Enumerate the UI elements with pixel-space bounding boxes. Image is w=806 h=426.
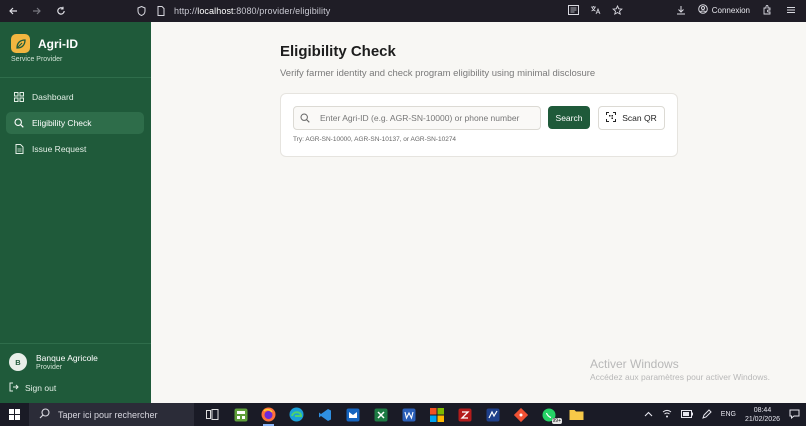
leaf-logo-icon: [11, 34, 30, 53]
grid-icon: [14, 92, 24, 102]
activation-watermark-title: Activer Windows: [590, 357, 679, 371]
notifications-icon[interactable]: [789, 409, 800, 421]
user-name: Banque Agricole: [36, 353, 98, 363]
sidebar-item-label: Dashboard: [32, 92, 74, 102]
edge-app-icon[interactable]: [288, 406, 305, 423]
page-subtitle: Verify farmer identity and check program…: [280, 68, 596, 79]
user-profile: B Banque Agricole Provider: [9, 353, 98, 371]
avatar: B: [9, 353, 27, 371]
sidebar-item-label: Eligibility Check: [32, 118, 92, 128]
system-tray: ENG 08:44 21/02/2026: [644, 403, 800, 426]
clock-time: 08:44: [753, 406, 772, 414]
taskbar: Taper ici pour rechercher 99+ ENG 08:44 …: [0, 403, 806, 426]
language-indicator[interactable]: ENG: [721, 411, 736, 418]
document-icon: [14, 144, 24, 154]
search-icon: [300, 113, 310, 123]
sidebar-bottom-divider: [0, 343, 151, 344]
account-button[interactable]: Connexion: [697, 4, 750, 16]
url-text[interactable]: http://localhost:8080/provider/eligibili…: [174, 6, 330, 16]
search-input[interactable]: [318, 112, 540, 124]
sign-out-icon: [9, 382, 19, 394]
app-blue-icon[interactable]: [484, 406, 501, 423]
scan-qr-button[interactable]: Scan QR: [598, 106, 665, 130]
taskbar-search[interactable]: Taper ici pour rechercher: [29, 403, 194, 426]
forward-arrow-icon[interactable]: [30, 4, 44, 18]
user-role: Provider: [36, 364, 63, 371]
word-app-icon[interactable]: [400, 406, 417, 423]
git-app-icon[interactable]: [512, 406, 529, 423]
windows-start-icon[interactable]: [3, 403, 25, 426]
clock-date: 21/02/2026: [744, 415, 780, 423]
browser-toolbar: http://localhost:8080/provider/eligibili…: [0, 0, 806, 22]
activation-watermark-text: Accédez aux paramètres pour activer Wind…: [590, 372, 770, 382]
office-apps-icon[interactable]: [428, 406, 445, 423]
filezilla-app-icon[interactable]: [456, 406, 473, 423]
extensions-icon[interactable]: [760, 3, 774, 17]
back-arrow-icon[interactable]: [6, 4, 20, 18]
account-label: Connexion: [711, 5, 750, 15]
sidebar-item-issue-request[interactable]: Issue Request: [6, 138, 144, 160]
taskbar-apps: 99+: [204, 406, 585, 426]
translate-icon[interactable]: [588, 3, 602, 17]
wifi-icon[interactable]: [662, 409, 672, 420]
search-card: Search Scan QR Try: AGR-SN-10000, AGR-SN…: [280, 93, 678, 157]
firefox-app-icon[interactable]: [260, 406, 277, 426]
clock[interactable]: 08:44 21/02/2026: [745, 406, 780, 424]
page-icon: [154, 4, 168, 18]
account-icon: [697, 4, 708, 16]
sidebar-item-eligibility-check[interactable]: Eligibility Check: [6, 112, 144, 134]
search-hint: Try: AGR-SN-10000, AGR-SN-10137, or AGR-…: [293, 136, 457, 143]
battery-icon[interactable]: [680, 409, 693, 420]
calculator-app-icon[interactable]: [232, 406, 249, 423]
sidebar-nav: Dashboard Eligibility Check Issue Reques…: [6, 86, 144, 164]
search-field[interactable]: [293, 106, 541, 130]
task-view-icon[interactable]: [204, 406, 221, 423]
sign-out-label: Sign out: [25, 383, 57, 393]
whatsapp-app-icon[interactable]: 99+: [540, 406, 562, 424]
sidebar: Agri-ID Service Provider Dashboard Eligi…: [0, 22, 151, 403]
download-icon[interactable]: [674, 3, 688, 17]
file-explorer-app-icon[interactable]: [568, 406, 585, 423]
sidebar-item-label: Issue Request: [32, 144, 87, 154]
page-title: Eligibility Check: [280, 43, 396, 60]
vscode-app-icon[interactable]: [316, 406, 333, 423]
taskbar-search-placeholder: Taper ici pour rechercher: [58, 409, 158, 420]
excel-app-icon[interactable]: [372, 406, 389, 423]
notification-badge: 99+: [551, 418, 562, 424]
address-bar[interactable]: http://localhost:8080/provider/eligibili…: [134, 3, 330, 19]
search-button[interactable]: Search: [548, 106, 590, 129]
reader-view-icon[interactable]: [566, 3, 580, 17]
search-icon: [39, 408, 50, 421]
brand-subtitle: Service Provider: [11, 56, 63, 63]
chevron-up-icon[interactable]: [644, 411, 653, 419]
sidebar-item-dashboard[interactable]: Dashboard: [6, 86, 144, 108]
pen-icon[interactable]: [701, 408, 712, 421]
brand[interactable]: Agri-ID: [11, 34, 78, 53]
outlook-app-icon[interactable]: [344, 406, 361, 423]
qr-code-icon: [606, 112, 617, 124]
bookmark-star-icon[interactable]: [610, 3, 624, 17]
main-content: Eligibility Check Verify farmer identity…: [151, 22, 806, 403]
sign-out-button[interactable]: Sign out: [9, 382, 56, 394]
reload-icon[interactable]: [54, 4, 68, 18]
sidebar-divider: [0, 77, 151, 78]
brand-title: Agri-ID: [38, 36, 78, 51]
scan-qr-label: Scan QR: [622, 113, 657, 123]
shield-icon: [134, 4, 148, 18]
search-icon: [14, 118, 24, 128]
menu-icon[interactable]: [784, 3, 798, 17]
